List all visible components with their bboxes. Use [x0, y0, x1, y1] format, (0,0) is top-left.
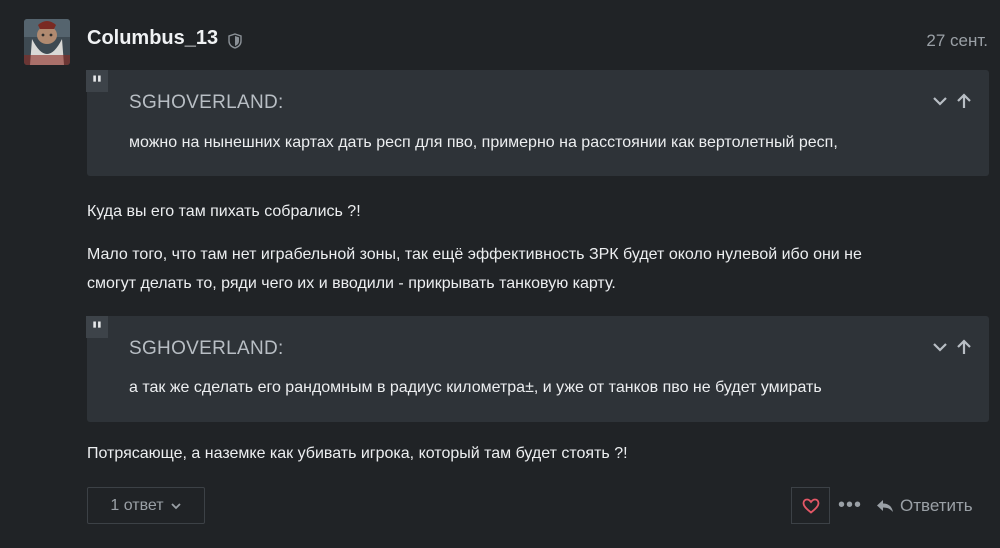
like-button[interactable] — [791, 487, 830, 524]
quote-text: а так же сделать его рандомным в радиус … — [129, 379, 822, 396]
arrow-up-icon[interactable] — [955, 92, 973, 110]
post-date[interactable]: 27 сент. — [926, 31, 988, 51]
reply-button[interactable]: Ответить — [876, 496, 973, 516]
chevron-down-icon[interactable] — [931, 92, 949, 110]
post-paragraph: смогут делать то, ряди чего их и вводили… — [87, 275, 616, 292]
avatar[interactable] — [24, 19, 70, 65]
arrow-up-icon[interactable] — [955, 338, 973, 356]
quote-block: " SGHOVERLAND: а так же сделать его ранд… — [86, 316, 989, 422]
post-paragraph: Потрясающе, а наземке как убивать игрока… — [87, 445, 628, 462]
chevron-down-icon — [170, 502, 181, 509]
quote-author: SGHOVERLAND: — [129, 338, 284, 359]
ellipsis-icon: ••• — [837, 494, 862, 516]
username[interactable]: Columbus_13 — [87, 27, 218, 50]
quote-author: SGHOVERLAND: — [129, 92, 284, 113]
post-actions: ••• Ответить — [791, 487, 989, 524]
quote-icon: " — [86, 316, 108, 344]
shield-icon — [228, 33, 242, 49]
reply-icon — [877, 499, 893, 512]
heart-icon — [802, 498, 819, 514]
chevron-down-icon[interactable] — [931, 338, 949, 356]
quote-block: " SGHOVERLAND: можно на нынешних картах … — [86, 70, 989, 176]
more-button[interactable]: ••• — [830, 487, 870, 524]
replies-label: 1 ответ — [110, 496, 164, 514]
quote-text: можно на нынешних картах дать респ для п… — [129, 134, 838, 151]
reply-label: Ответить — [900, 495, 973, 515]
quote-icon: " — [86, 70, 108, 98]
post-paragraph: Мало того, что там нет играбельной зоны,… — [87, 246, 862, 263]
replies-button[interactable]: 1 ответ — [87, 487, 205, 524]
post-paragraph: Куда вы его там пихать собрались ?! — [87, 203, 361, 220]
